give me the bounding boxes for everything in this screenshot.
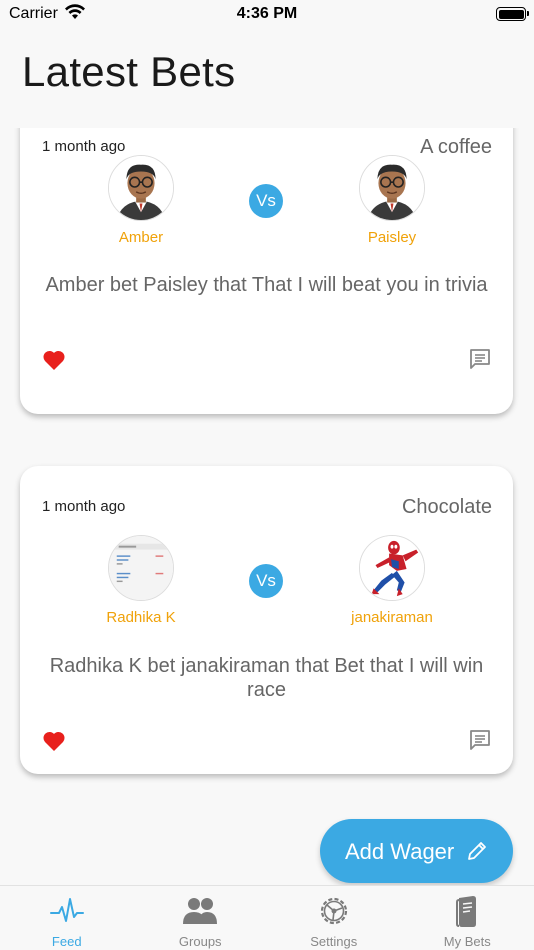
player2-avatar[interactable] — [359, 535, 425, 601]
bet-card[interactable]: 1 month ago A coffee Amber Vs Paisley Am… — [20, 128, 513, 414]
tab-label: Groups — [178, 934, 222, 949]
book-icon — [456, 896, 477, 927]
vs-badge: Vs — [249, 184, 283, 218]
clock: 4:36 PM — [236, 5, 298, 22]
gear-icon — [320, 897, 347, 925]
page-title: Latest Bets — [22, 48, 236, 95]
heart-icon[interactable] — [42, 730, 66, 752]
player2-name[interactable]: Paisley — [322, 229, 462, 246]
vs-badge: Vs — [249, 564, 283, 598]
player1-avatar[interactable] — [108, 535, 174, 601]
bet-card[interactable]: 1 month ago Chocolate Radhika K Vs janak… — [20, 466, 513, 774]
bet-description: Amber bet Paisley that That I will beat … — [45, 274, 488, 296]
battery-icon — [496, 7, 529, 21]
status-bar: Carrier 4:36 PM — [0, 0, 534, 30]
bet-reward: A coffee — [420, 136, 492, 158]
bet-time-ago: 1 month ago — [42, 138, 126, 155]
player2-avatar[interactable] — [359, 155, 425, 221]
bet-description: Radhika K bet janakiraman that Bet that … — [49, 655, 484, 701]
bet-reward: Chocolate — [401, 496, 492, 518]
tab-groups[interactable]: Groups — [134, 886, 268, 950]
player1-name[interactable]: Amber — [71, 229, 211, 246]
tab-label: Feed — [51, 934, 82, 949]
heart-icon[interactable] — [42, 349, 66, 371]
tab-settings[interactable]: Settings — [267, 886, 401, 950]
add-wager-label: Add Wager — [345, 839, 455, 864]
bet-time-ago: 1 month ago — [42, 498, 126, 515]
pencil-icon — [468, 842, 486, 860]
add-wager-button[interactable]: Add Wager — [320, 819, 513, 883]
tab-bar: Feed Groups Settings My Bets — [0, 885, 534, 950]
tab-my-bets[interactable]: My Bets — [401, 886, 534, 950]
bet-feed[interactable]: 1 month ago A coffee Amber Vs Paisley Am… — [0, 128, 534, 896]
comment-icon[interactable] — [469, 348, 491, 370]
tab-feed[interactable]: Feed — [0, 886, 134, 950]
player2-name[interactable]: janakiraman — [322, 609, 462, 626]
tab-label: My Bets — [443, 934, 491, 949]
tab-label: Settings — [310, 934, 358, 949]
player1-avatar[interactable] — [108, 155, 174, 221]
pulse-icon — [49, 898, 84, 922]
player1-name[interactable]: Radhika K — [71, 609, 211, 626]
people-icon — [183, 898, 218, 924]
comment-icon[interactable] — [469, 729, 491, 751]
